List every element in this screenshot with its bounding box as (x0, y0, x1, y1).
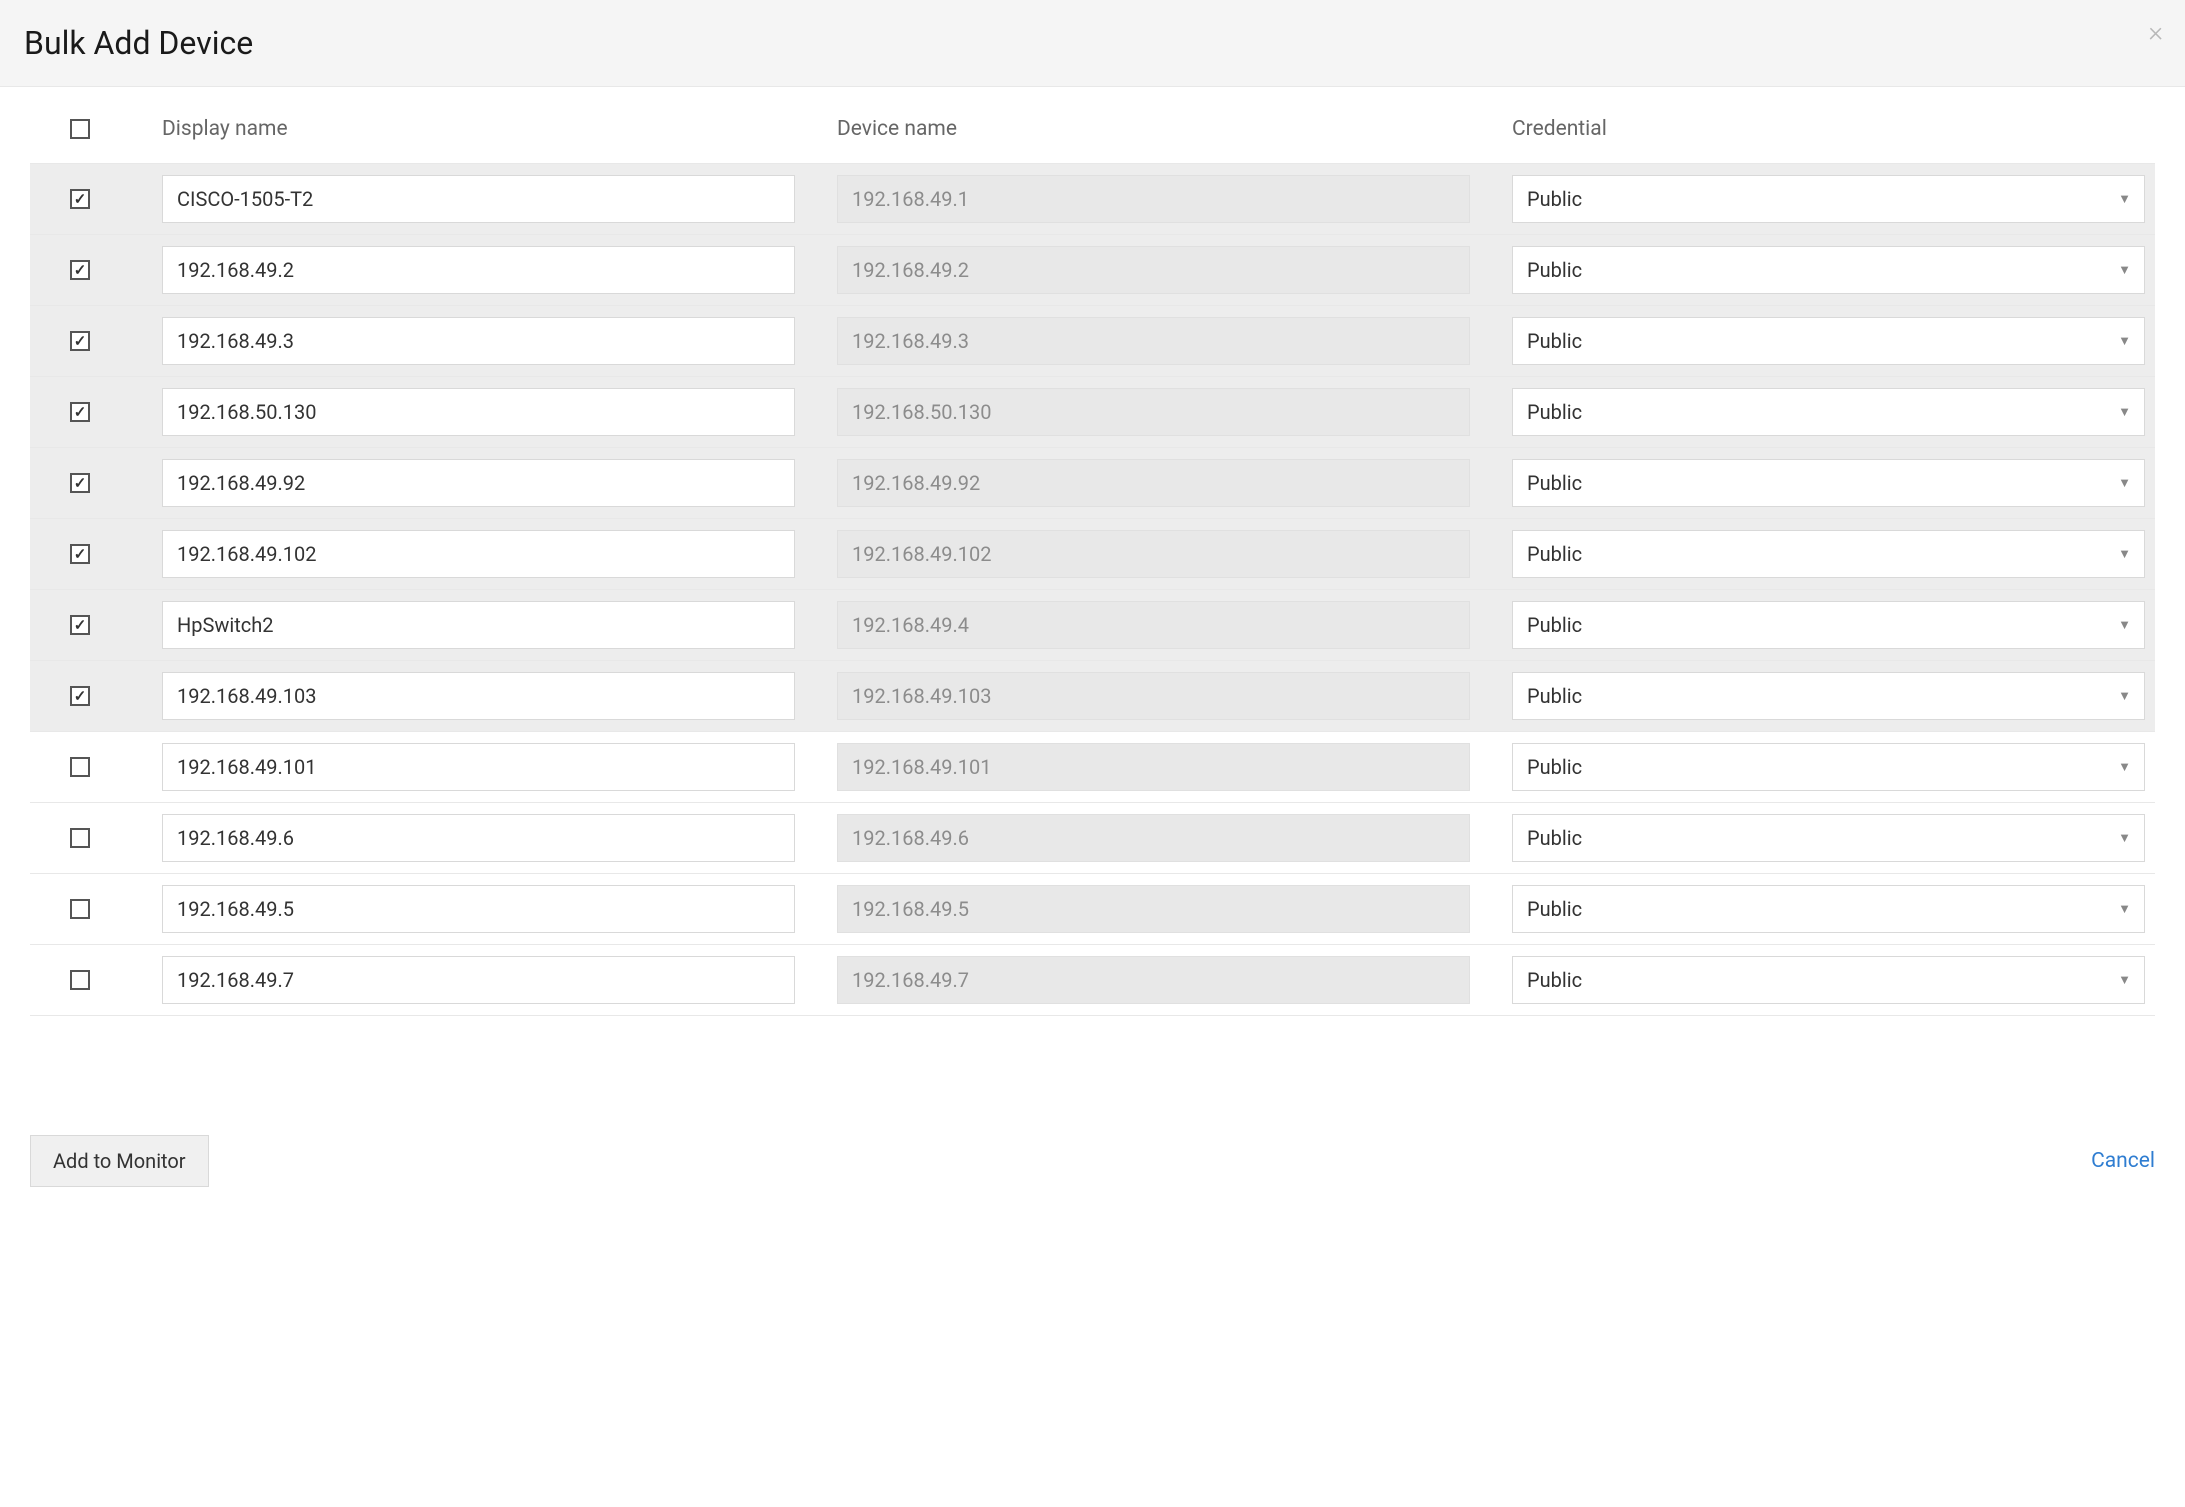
table-row: Public▼ (30, 234, 2155, 305)
row-checkbox[interactable] (70, 757, 90, 777)
modal-header: Bulk Add Device × (0, 0, 2185, 87)
display-name-input[interactable] (162, 956, 795, 1004)
table-row: Public▼ (30, 163, 2155, 234)
modal-footer: Add to Monitor Cancel (0, 1111, 2185, 1211)
credential-select[interactable]: Public (1512, 388, 2145, 436)
credential-select[interactable]: Public (1512, 530, 2145, 578)
row-checkbox[interactable] (70, 189, 90, 209)
bulk-add-device-modal: Bulk Add Device × Display name Device na… (0, 0, 2185, 1211)
column-header-display-name: Display name (162, 117, 795, 141)
column-header-credential: Credential (1512, 117, 2145, 141)
close-icon[interactable]: × (2148, 18, 2163, 46)
device-name-input (837, 388, 1470, 436)
row-checkbox[interactable] (70, 473, 90, 493)
credential-select[interactable]: Public (1512, 672, 2145, 720)
credential-select[interactable]: Public (1512, 459, 2145, 507)
device-name-input (837, 246, 1470, 294)
device-name-input (837, 814, 1470, 862)
device-table: Display name Device name Credential Publ… (0, 87, 2185, 1016)
device-name-input (837, 956, 1470, 1004)
row-checkbox[interactable] (70, 331, 90, 351)
select-all-checkbox[interactable] (70, 119, 90, 139)
table-row: Public▼ (30, 660, 2155, 731)
row-checkbox[interactable] (70, 544, 90, 564)
display-name-input[interactable] (162, 672, 795, 720)
credential-select[interactable]: Public (1512, 317, 2145, 365)
table-row: Public▼ (30, 589, 2155, 660)
row-checkbox[interactable] (70, 686, 90, 706)
credential-select[interactable]: Public (1512, 814, 2145, 862)
row-checkbox[interactable] (70, 970, 90, 990)
credential-select[interactable]: Public (1512, 601, 2145, 649)
add-to-monitor-button[interactable]: Add to Monitor (30, 1135, 209, 1187)
display-name-input[interactable] (162, 246, 795, 294)
table-row: Public▼ (30, 944, 2155, 1015)
device-name-input (837, 530, 1470, 578)
modal-title: Bulk Add Device (24, 24, 2161, 62)
table-header-row: Display name Device name Credential (30, 87, 2155, 163)
display-name-input[interactable] (162, 388, 795, 436)
table-row: Public▼ (30, 873, 2155, 944)
row-checkbox[interactable] (70, 828, 90, 848)
row-checkbox[interactable] (70, 899, 90, 919)
row-checkbox[interactable] (70, 615, 90, 635)
table-row: Public▼ (30, 518, 2155, 589)
display-name-input[interactable] (162, 175, 795, 223)
table-row: Public▼ (30, 376, 2155, 447)
table-row: Public▼ (30, 802, 2155, 873)
table-row: Public▼ (30, 731, 2155, 802)
credential-select[interactable]: Public (1512, 956, 2145, 1004)
display-name-input[interactable] (162, 814, 795, 862)
cancel-button[interactable]: Cancel (2091, 1149, 2155, 1173)
device-name-input (837, 743, 1470, 791)
credential-select[interactable]: Public (1512, 175, 2145, 223)
credential-select[interactable]: Public (1512, 885, 2145, 933)
display-name-input[interactable] (162, 743, 795, 791)
device-name-input (837, 601, 1470, 649)
display-name-input[interactable] (162, 530, 795, 578)
credential-select[interactable]: Public (1512, 743, 2145, 791)
display-name-input[interactable] (162, 601, 795, 649)
table-row: Public▼ (30, 447, 2155, 518)
device-name-input (837, 317, 1470, 365)
row-checkbox[interactable] (70, 402, 90, 422)
credential-select[interactable]: Public (1512, 246, 2145, 294)
display-name-input[interactable] (162, 317, 795, 365)
table-row: Public▼ (30, 305, 2155, 376)
device-name-input (837, 885, 1470, 933)
row-checkbox[interactable] (70, 260, 90, 280)
device-name-input (837, 175, 1470, 223)
column-header-device-name: Device name (837, 117, 1470, 141)
device-name-input (837, 459, 1470, 507)
display-name-input[interactable] (162, 885, 795, 933)
display-name-input[interactable] (162, 459, 795, 507)
device-name-input (837, 672, 1470, 720)
